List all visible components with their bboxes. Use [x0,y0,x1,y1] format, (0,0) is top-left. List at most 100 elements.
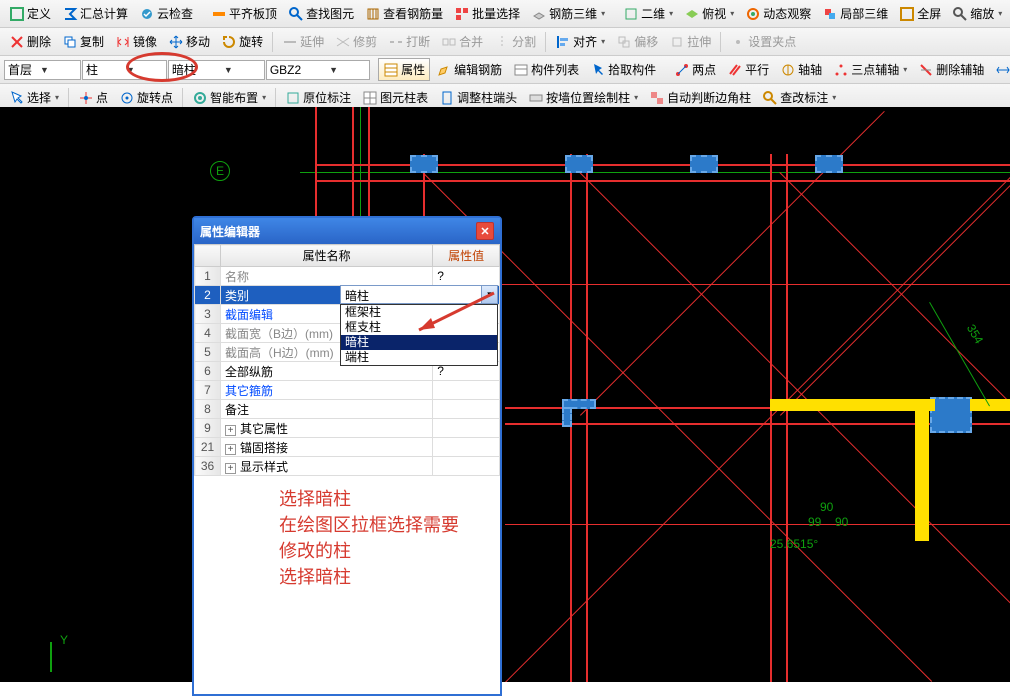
merge-button[interactable]: 合并 [436,30,488,53]
property-row[interactable]: 8备注 [195,400,500,419]
break-button[interactable]: 打断 [383,30,435,53]
alignlabel-button[interactable]: 对齐标注 [990,58,1010,81]
editrebar-button[interactable]: 编辑钢筋 [431,58,507,81]
define-button[interactable]: 定义 [4,2,56,25]
prop-value[interactable] [433,381,500,400]
col-val-header: 属性值 [433,245,500,267]
chevron-down-icon: ▼ [40,65,77,75]
code-combo[interactable]: GBZ2▼ [266,60,370,80]
prop-value[interactable]: ? [433,267,500,286]
rotaxis-button[interactable]: 轴轴 [775,58,827,81]
local3d-button[interactable]: 局部三维 [817,2,893,25]
mirror-button[interactable]: 镜像 [110,30,162,53]
dropdown-option[interactable]: 暗柱 [341,335,497,350]
column-marker[interactable] [410,155,438,173]
del-button[interactable]: 删除 [4,30,56,53]
category-combo[interactable]: 暗柱 ▾ [340,285,498,304]
rownum: 5 [195,343,221,362]
attr-button[interactable]: 属性 [378,58,430,81]
expander-icon[interactable]: + [225,463,236,474]
floor-combo[interactable]: 首层▼ [4,60,81,80]
sumcalc-label: 汇总计算 [80,5,128,22]
zoom-button[interactable]: 缩放▾ [947,2,1007,25]
column-marker[interactable] [690,155,718,173]
twod-label: 二维 [641,5,665,22]
delaux-button[interactable]: 删除辅轴 [913,58,989,81]
property-row[interactable]: 21+锚固搭接 [195,438,500,457]
flatten-label: 平齐板顶 [229,5,277,22]
prop-value[interactable] [433,438,500,457]
align-button[interactable]: 对齐▾ [550,30,610,53]
pick-button[interactable]: 拾取构件 [585,58,661,81]
prop-value[interactable] [433,419,500,438]
column-marker[interactable] [930,397,972,433]
copy-button[interactable]: 复制 [57,30,109,53]
extend-button[interactable]: 延伸 [277,30,329,53]
stretch-button[interactable]: 拉伸 [664,30,716,53]
dynview-label: 动态观察 [763,5,811,22]
rebar3d-button[interactable]: 钢筋三维▾ [526,2,610,25]
editlabel-button[interactable]: 查改标注▾ [757,86,841,109]
dynview-button[interactable]: 动态观察 [740,2,816,25]
batchsel-button[interactable]: 批量选择 [449,2,525,25]
combo-dropdown-button[interactable]: ▾ [481,286,497,303]
threeptaux-button[interactable]: 三点辅轴▾ [828,58,912,81]
elemlist-button[interactable]: 构件列表 [508,58,584,81]
rownum: 7 [195,381,221,400]
trim-button[interactable]: 修剪 [330,30,382,53]
property-row[interactable]: 1名称? [195,267,500,286]
rotpoint-button[interactable]: 旋转点 [114,86,178,109]
fullscreen-label: 全屏 [917,5,941,22]
prop-value[interactable] [433,400,500,419]
dropdown-option[interactable]: 框支柱 [341,320,497,335]
ucs-y-axis [50,642,52,672]
subtype-combo[interactable]: 暗柱▼ [168,60,265,80]
copy-label: 复制 [80,33,104,50]
flatten-button[interactable]: 平齐板顶 [206,2,282,25]
point-button[interactable]: 点 [73,86,113,109]
category-dropdown-list[interactable]: 框架柱框支柱暗柱端柱 [340,304,498,366]
column-marker[interactable] [562,407,572,427]
twopoint-button[interactable]: 两点 [669,58,721,81]
drawing-canvas[interactable]: E 354 90 99 90 25.6515° Y [0,107,1010,682]
move-button[interactable]: 移动 [163,30,215,53]
split-button[interactable]: 分割 [489,30,541,53]
sumcalc-button[interactable]: 汇总计算 [57,2,133,25]
rownum: 4 [195,324,221,343]
rotate-button[interactable]: 旋转 [216,30,268,53]
column-marker[interactable] [565,155,593,173]
elemtype-combo[interactable]: 柱▼ [82,60,167,80]
property-row[interactable]: 7其它箍筋 [195,381,500,400]
setorigin-label: 设置夹点 [748,33,796,50]
twod-button[interactable]: 二维▾ [618,2,678,25]
parallel-button[interactable]: 平行 [722,58,774,81]
offset-button[interactable]: 偏移 [611,30,663,53]
dropdown-option[interactable]: 框架柱 [341,305,497,320]
origlabel-button[interactable]: 原位标注 [280,86,356,109]
dropdown-option[interactable]: 端柱 [341,350,497,365]
drawbywall-button[interactable]: 按墙位置绘制柱▾ [523,86,643,109]
setorigin-button[interactable]: 设置夹点 [725,30,801,53]
autocorner-button[interactable]: 自动判断边角柱 [644,86,756,109]
adjustend-button[interactable]: 调整柱端头 [434,86,522,109]
elemtable-button[interactable]: 图元柱表 [357,86,433,109]
expander-icon[interactable]: + [225,444,236,455]
select-button[interactable]: 选择▾ [4,86,64,109]
fullscreen-button[interactable]: 全屏 [894,2,946,25]
smartlayout-button[interactable]: 智能布置▾ [187,86,271,109]
column-marker[interactable] [815,155,843,173]
expander-icon[interactable]: + [225,425,236,436]
cloudcheck-button[interactable]: 云检查 [134,2,198,25]
close-button[interactable]: ✕ [476,222,494,240]
topview-button[interactable]: 俯视▾ [679,2,739,25]
findelem-button[interactable]: 查找图元 [283,2,359,25]
prop-value[interactable] [433,457,500,476]
note-line1: 选择暗柱 [279,486,459,512]
property-row[interactable]: 36+显示样式 [195,457,500,476]
ucs-y-label: Y [60,633,68,647]
editlabel-label: 查改标注 [780,89,828,106]
viewrebar-button[interactable]: 查看钢筋量 [360,2,448,25]
elemtype-val: 柱 [86,61,126,78]
dialog-titlebar[interactable]: 属性编辑器 ✕ [194,218,500,244]
property-row[interactable]: 9+其它属性 [195,419,500,438]
